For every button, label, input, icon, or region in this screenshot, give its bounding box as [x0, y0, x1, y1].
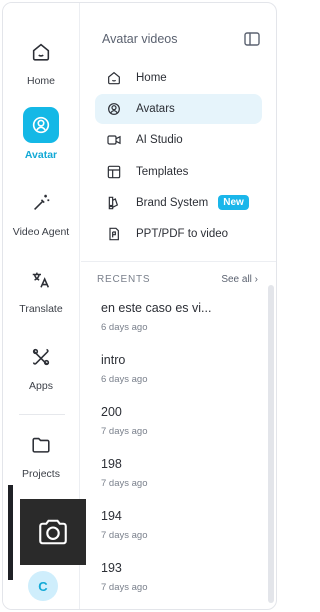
list-item[interactable]: en este caso es vi... 6 days ago	[101, 298, 256, 350]
rail-item-translate[interactable]: Translate	[3, 263, 79, 315]
rail-item-home[interactable]: Home	[3, 35, 79, 87]
left-rail: Home Avatar Video Agent Translate Apps P…	[3, 3, 86, 609]
home-icon	[24, 35, 58, 69]
avatar-icon	[23, 107, 59, 143]
recent-date: 7 days ago	[101, 426, 148, 437]
nav-label-home: Home	[136, 72, 167, 84]
avatar-icon	[105, 100, 123, 118]
recent-title: 194	[101, 509, 122, 523]
recent-title: 200	[101, 405, 122, 419]
see-all-link[interactable]: See all ›	[221, 274, 258, 285]
nav-label-avatars: Avatars	[136, 103, 175, 116]
collapse-panel-icon[interactable]	[244, 32, 260, 46]
recents-title: RECENTS	[97, 274, 151, 285]
rail-item-video-agent[interactable]: Video Agent	[3, 186, 79, 238]
list-item[interactable]: 193 7 days ago	[101, 558, 256, 609]
rail-item-avatar[interactable]: Avatar	[3, 107, 79, 161]
video-camera-icon	[105, 131, 123, 149]
recent-date: 7 days ago	[101, 582, 148, 593]
nav-label-ai-studio: AI Studio	[136, 134, 183, 147]
translate-icon	[24, 263, 58, 297]
panel-nav: Home Avatars AI Studio Templates Brand S…	[95, 63, 262, 250]
brand-kit-icon	[105, 194, 123, 212]
rail-label-avatar: Avatar	[24, 149, 58, 161]
recent-title: en este caso es vi...	[101, 301, 212, 315]
rail-item-projects[interactable]: Projects	[3, 428, 79, 480]
panel-title: Avatar videos	[102, 32, 178, 46]
recent-date: 6 days ago	[101, 374, 148, 385]
nav-item-home[interactable]: Home	[95, 63, 262, 93]
magic-wand-icon	[24, 186, 58, 220]
recents-scrollbar[interactable]	[268, 285, 274, 603]
nav-label-brand-system: Brand System	[136, 196, 209, 209]
ppt-icon	[105, 225, 123, 243]
rail-label-video-agent: Video Agent	[12, 226, 70, 238]
camera-icon	[39, 519, 67, 545]
nav-item-ppt-pdf[interactable]: PPT/PDF to video	[95, 219, 262, 249]
nav-label-templates: Templates	[136, 165, 189, 178]
folder-icon	[24, 428, 58, 462]
list-item[interactable]: 198 7 days ago	[101, 454, 256, 506]
screenshot-button[interactable]	[20, 499, 86, 565]
rail-label-apps: Apps	[29, 380, 53, 392]
rail-label-home: Home	[26, 75, 55, 87]
recent-date: 7 days ago	[101, 478, 148, 489]
rail-label-projects: Projects	[22, 468, 60, 480]
recents-header: RECENTS See all ›	[97, 274, 258, 285]
rail-item-apps[interactable]: Apps	[3, 340, 79, 392]
side-panel: Avatar videos Home Avatars AI Studio Tem…	[81, 3, 276, 609]
overlay-bar	[8, 485, 13, 580]
recent-title: 198	[101, 457, 122, 471]
recent-title: 193	[101, 561, 122, 575]
nav-label-ppt-pdf: PPT/PDF to video	[136, 227, 229, 240]
recent-date: 7 days ago	[101, 530, 148, 541]
home-icon	[105, 69, 123, 87]
nav-item-brand-system[interactable]: Brand System New	[95, 188, 262, 218]
list-item[interactable]: intro 6 days ago	[101, 350, 256, 402]
new-badge: New	[218, 195, 249, 211]
nav-item-ai-studio[interactable]: AI Studio	[95, 125, 262, 155]
rail-divider	[19, 414, 65, 415]
templates-icon	[105, 163, 123, 181]
app-frame: Home Avatar Video Agent Translate Apps P…	[2, 2, 277, 610]
user-avatar[interactable]: C	[28, 571, 58, 601]
nav-item-templates[interactable]: Templates	[95, 157, 262, 187]
apps-icon	[24, 340, 58, 374]
recents-list: en este caso es vi... 6 days ago intro 6…	[101, 298, 256, 609]
recent-date: 6 days ago	[101, 322, 148, 333]
list-item[interactable]: 200 7 days ago	[101, 402, 256, 454]
nav-item-avatars[interactable]: Avatars	[95, 94, 262, 125]
rail-label-translate: Translate	[19, 303, 63, 315]
recent-title: intro	[101, 353, 126, 367]
recents-section: RECENTS See all › en este caso es vi... …	[81, 261, 276, 609]
list-item[interactable]: 194 7 days ago	[101, 506, 256, 558]
